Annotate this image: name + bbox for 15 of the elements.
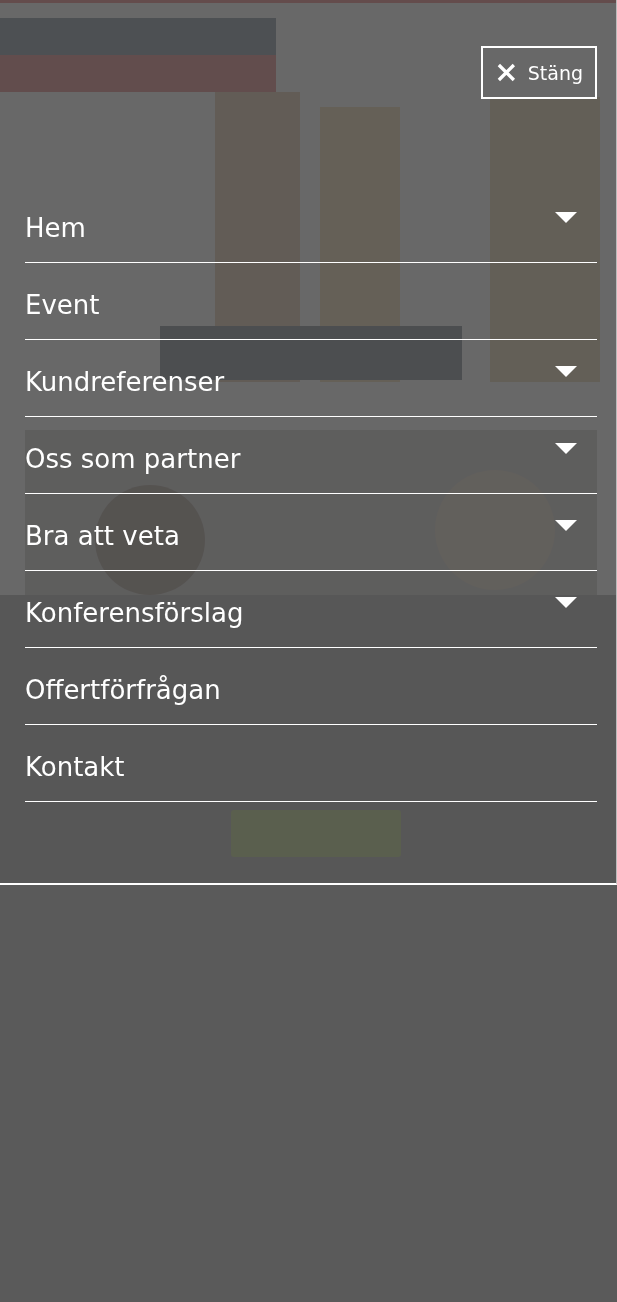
menu-item[interactable]: Kontakt <box>25 752 125 782</box>
menu-item[interactable]: Event <box>25 290 100 320</box>
menu-item[interactable]: Kundreferenser <box>25 367 225 397</box>
caret-icon[interactable] <box>555 366 577 377</box>
caret-icon[interactable] <box>555 443 577 454</box>
menu-item[interactable]: Oss som partner <box>25 444 241 474</box>
close-button[interactable]: Stäng <box>481 46 597 99</box>
close-icon <box>497 63 516 82</box>
caret-icon[interactable] <box>555 520 577 531</box>
menu-item[interactable]: Bra att veta <box>25 521 180 551</box>
menu-item[interactable]: Offertförfrågan <box>25 675 221 705</box>
menu-item[interactable]: Konferensförslag <box>25 598 244 628</box>
menu-item[interactable]: Hem <box>25 213 86 243</box>
caret-icon[interactable] <box>555 212 577 223</box>
caret-icon[interactable] <box>555 597 577 608</box>
